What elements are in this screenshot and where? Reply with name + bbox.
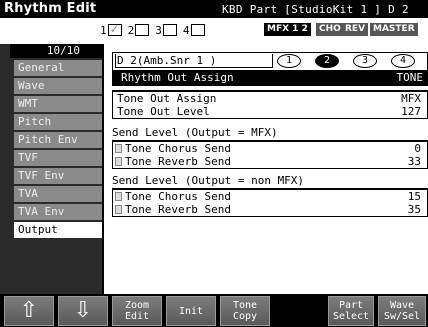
- window-title: Rhythm Edit: [4, 1, 97, 16]
- tone-1-button[interactable]: 1: [277, 54, 301, 68]
- init-button[interactable]: Init: [166, 296, 216, 326]
- part-label: 2: [127, 23, 135, 37]
- master-chip: MASTER: [370, 23, 418, 36]
- rhythm-out-assign-label: Rhythm Out Assign: [121, 71, 234, 84]
- tone-4-button[interactable]: 4: [391, 54, 415, 68]
- tab-pitch[interactable]: Pitch: [14, 114, 104, 130]
- zoom-edit-button[interactable]: Zoom Edit: [112, 296, 162, 326]
- param-value: MFX: [401, 92, 421, 105]
- param-label: Tone Chorus Send: [125, 190, 231, 203]
- tone-copy-button[interactable]: Tone Copy: [220, 296, 270, 326]
- param-label: Tone Out Assign: [117, 92, 217, 105]
- tab-column: General Wave WMT Pitch Pitch Env TVF TVF…: [0, 44, 108, 294]
- down-arrow-button[interactable]: ⇩: [58, 296, 108, 326]
- param-label: Tone Reverb Send: [125, 203, 231, 216]
- rhythm-out-assign-value: TONE: [396, 71, 424, 84]
- param-label: Tone Reverb Send: [125, 155, 231, 168]
- function-bar: ⇧ ⇩ Zoom Edit Init Tone Copy Part Select…: [0, 294, 428, 327]
- part-label: 4: [182, 23, 190, 37]
- part-checkbox[interactable]: [190, 24, 205, 36]
- part-checkbox[interactable]: [107, 22, 122, 36]
- rhythm-out-assign-row[interactable]: Rhythm Out Assign TONE: [113, 70, 428, 85]
- part-select-button[interactable]: Part Select: [328, 296, 374, 326]
- tone-name: D 2(Amb.Snr 1 ): [117, 54, 217, 67]
- part-4[interactable]: 4: [183, 24, 205, 37]
- param-value: 15: [407, 190, 421, 203]
- part-label: 1: [100, 23, 107, 37]
- part-label: 3: [155, 23, 162, 37]
- part-checkbox[interactable]: [162, 24, 177, 36]
- up-arrow-button[interactable]: ⇧: [4, 296, 54, 326]
- tab-tva[interactable]: TVA: [14, 186, 104, 202]
- down-arrow-icon: ⇩: [73, 298, 93, 323]
- param-value: 127: [401, 105, 421, 118]
- link-icon: [115, 192, 122, 201]
- tone-header: D 2(Amb.Snr 1 ) 1 2 3 4 Rhythm Out Assig…: [112, 52, 428, 86]
- part-selector: 1 2 3 4: [100, 22, 211, 38]
- param-value: 33: [407, 155, 421, 168]
- param-label: Tone Chorus Send: [125, 142, 231, 155]
- tone-3-button[interactable]: 3: [353, 54, 377, 68]
- header-info: KBD Part [StudioKit 1 ] D 2: [222, 3, 409, 16]
- non-mfx-reverb-send-row[interactable]: Tone Reverb Send 35: [113, 203, 427, 216]
- link-icon: [115, 205, 122, 214]
- wave-sw-sel-button[interactable]: Wave Sw/Sel: [378, 296, 426, 326]
- mfx-chip: MFX 1 2: [264, 23, 311, 36]
- up-arrow-icon: ⇧: [19, 298, 39, 323]
- mfx-reverb-send-row[interactable]: Tone Reverb Send 33: [113, 155, 427, 168]
- title-bar: Rhythm Edit KBD Part [StudioKit 1 ] D 2: [0, 0, 428, 18]
- part-2[interactable]: 2: [128, 24, 150, 37]
- non-mfx-chorus-send-row[interactable]: Tone Chorus Send 15: [113, 190, 427, 203]
- tab-tvf-env[interactable]: TVF Env: [14, 168, 104, 184]
- tone-out-group: Tone Out Assign MFX Tone Out Level 127: [112, 90, 428, 119]
- send-non-mfx-group: Tone Chorus Send 15 Tone Reverb Send 35: [112, 188, 428, 217]
- link-icon: [115, 144, 122, 153]
- part-checkbox[interactable]: [135, 24, 150, 36]
- link-icon: [115, 157, 122, 166]
- send-mfx-title: Send Level (Output = MFX): [112, 126, 278, 139]
- tab-general[interactable]: General: [14, 60, 104, 76]
- tab-tva-env[interactable]: TVA Env: [14, 204, 104, 220]
- tab-pitch-env[interactable]: Pitch Env: [14, 132, 104, 148]
- send-mfx-group: Tone Chorus Send 0 Tone Reverb Send 33: [112, 140, 428, 169]
- tab-wmt[interactable]: WMT: [14, 96, 104, 112]
- part-3[interactable]: 3: [155, 24, 177, 37]
- tone-out-assign-row[interactable]: Tone Out Assign MFX: [113, 92, 427, 105]
- tone-out-level-row[interactable]: Tone Out Level 127: [113, 105, 427, 118]
- cho-chip: CHO: [316, 23, 344, 36]
- tab-tvf[interactable]: TVF: [14, 150, 104, 166]
- param-value: 0: [414, 142, 421, 155]
- output-panel: D 2(Amb.Snr 1 ) 1 2 3 4 Rhythm Out Assig…: [102, 44, 428, 294]
- part-row: 1 2 3 4 MFX 1 2 CHO REV MASTER: [0, 18, 428, 44]
- send-non-mfx-title: Send Level (Output = non MFX): [112, 174, 305, 187]
- part-1[interactable]: 1: [100, 22, 122, 37]
- tone-2-button[interactable]: 2: [315, 54, 339, 68]
- rev-chip: REV: [342, 23, 369, 36]
- tone-selector[interactable]: D 2(Amb.Snr 1 ) 1 2 3 4: [113, 53, 419, 69]
- tab-output[interactable]: Output: [14, 222, 108, 238]
- mfx-chorus-send-row[interactable]: Tone Chorus Send 0: [113, 142, 427, 155]
- page-counter: 10/10: [10, 44, 102, 58]
- param-value: 35: [407, 203, 421, 216]
- param-label: Tone Out Level: [117, 105, 210, 118]
- tab-wave[interactable]: Wave: [14, 78, 104, 94]
